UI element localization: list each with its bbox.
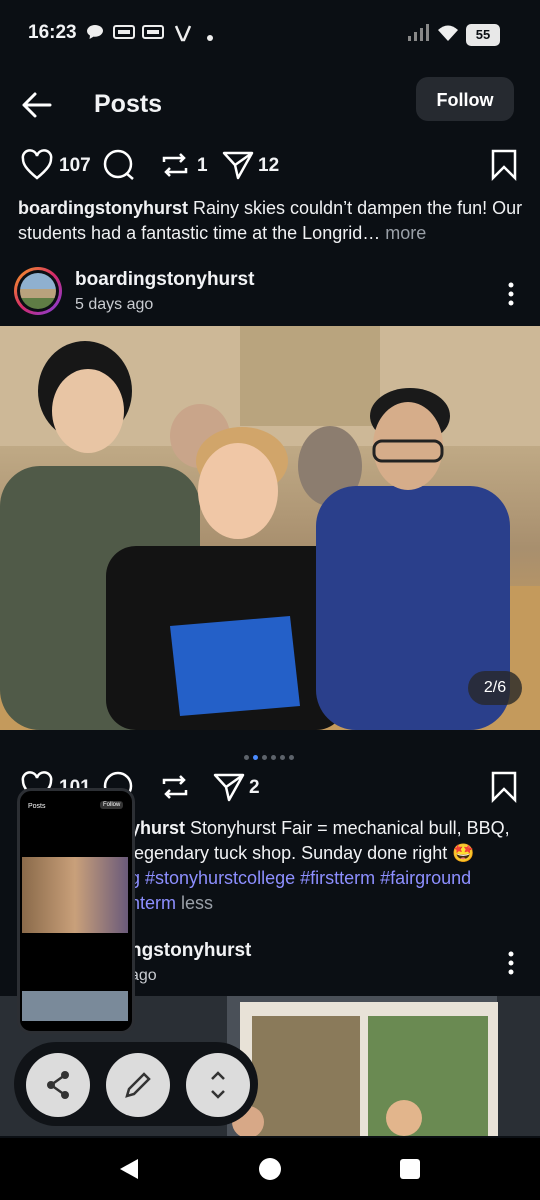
chat-bubble-icon [86, 24, 104, 44]
carousel-dot [271, 755, 276, 760]
caption-username[interactable]: boardingstonyhurst [18, 198, 188, 218]
nav-back-icon[interactable] [118, 1157, 140, 1186]
post-username[interactable]: boardingstonyhurst [75, 269, 254, 291]
post-username[interactable]: ngstonyhurst [130, 940, 251, 962]
screenshot-thumbnail[interactable]: Posts Follow [17, 788, 135, 1034]
expand-icon [211, 1071, 225, 1099]
share-count: 2 [249, 777, 260, 798]
share-nodes-icon [47, 1071, 69, 1099]
post-caption: boardingstonyhurst Rainy skies couldn’t … [18, 196, 523, 246]
carousel-dot [244, 755, 249, 760]
expand-button[interactable] [186, 1053, 250, 1117]
carousel-dot-active [253, 755, 258, 760]
share-count: 12 [258, 155, 280, 176]
thumbnail-title: Posts [28, 803, 46, 810]
dot-icon [206, 29, 214, 46]
post-photo[interactable]: 2/6 [0, 326, 540, 730]
thumbnail-photo [22, 857, 128, 933]
repost-icon[interactable] [158, 770, 192, 804]
share-icon[interactable] [212, 770, 246, 804]
carousel-dots [244, 747, 298, 760]
carousel-position-badge: 2/6 [468, 671, 522, 705]
hashtag[interactable]: nterm [130, 893, 176, 913]
nav-home-icon[interactable] [258, 1157, 282, 1186]
status-bar: 16:23 55 [0, 0, 540, 68]
photo-illustration [0, 326, 540, 730]
bookmark-icon[interactable] [488, 770, 522, 804]
repost-icon[interactable] [158, 148, 192, 182]
vpn-icon [174, 24, 192, 46]
pencil-icon [125, 1072, 151, 1098]
back-arrow-icon[interactable] [20, 88, 54, 122]
carousel-dot [280, 755, 285, 760]
share-icon[interactable] [221, 148, 255, 182]
heart-icon[interactable] [20, 148, 54, 182]
bookmark-icon[interactable] [488, 148, 522, 182]
ok-notification-icon [142, 24, 164, 44]
follow-button[interactable]: Follow [416, 77, 514, 121]
thumbnail-follow: Follow [100, 801, 124, 809]
more-options-icon[interactable] [502, 281, 520, 307]
share-button[interactable] [26, 1053, 90, 1117]
caption-username[interactable]: yhurst [130, 818, 185, 838]
less-link[interactable]: less [176, 893, 213, 913]
battery-icon: 55 [466, 24, 500, 46]
more-link[interactable]: more [380, 223, 426, 243]
avatar[interactable] [20, 273, 56, 309]
carousel-dot [289, 755, 294, 760]
system-nav-bar [0, 1138, 540, 1200]
more-options-icon[interactable] [502, 950, 520, 976]
carousel-dot [262, 755, 267, 760]
ok-notification-icon [113, 24, 135, 44]
post-date: 5 days ago [75, 296, 154, 313]
wifi-icon [437, 24, 459, 46]
signal-icon [407, 24, 431, 46]
comment-icon[interactable] [102, 148, 136, 182]
nav-recents-icon[interactable] [399, 1158, 421, 1185]
page-title: Posts [94, 90, 163, 118]
status-time: 16:23 [28, 22, 77, 43]
repost-count: 1 [197, 155, 208, 176]
thumbnail-photo [22, 991, 128, 1021]
like-count: 107 [59, 155, 91, 176]
edit-button[interactable] [106, 1053, 170, 1117]
